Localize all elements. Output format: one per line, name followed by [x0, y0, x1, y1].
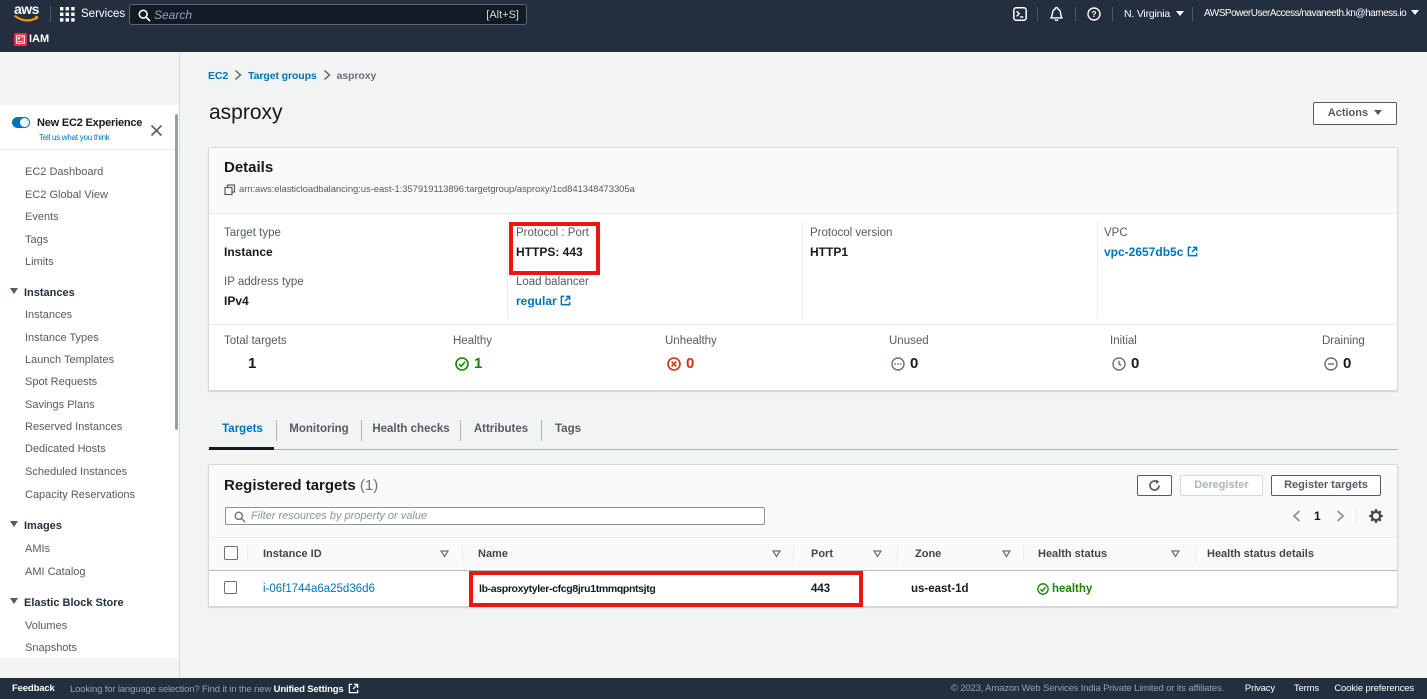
svg-text:?: ? — [1091, 9, 1096, 19]
